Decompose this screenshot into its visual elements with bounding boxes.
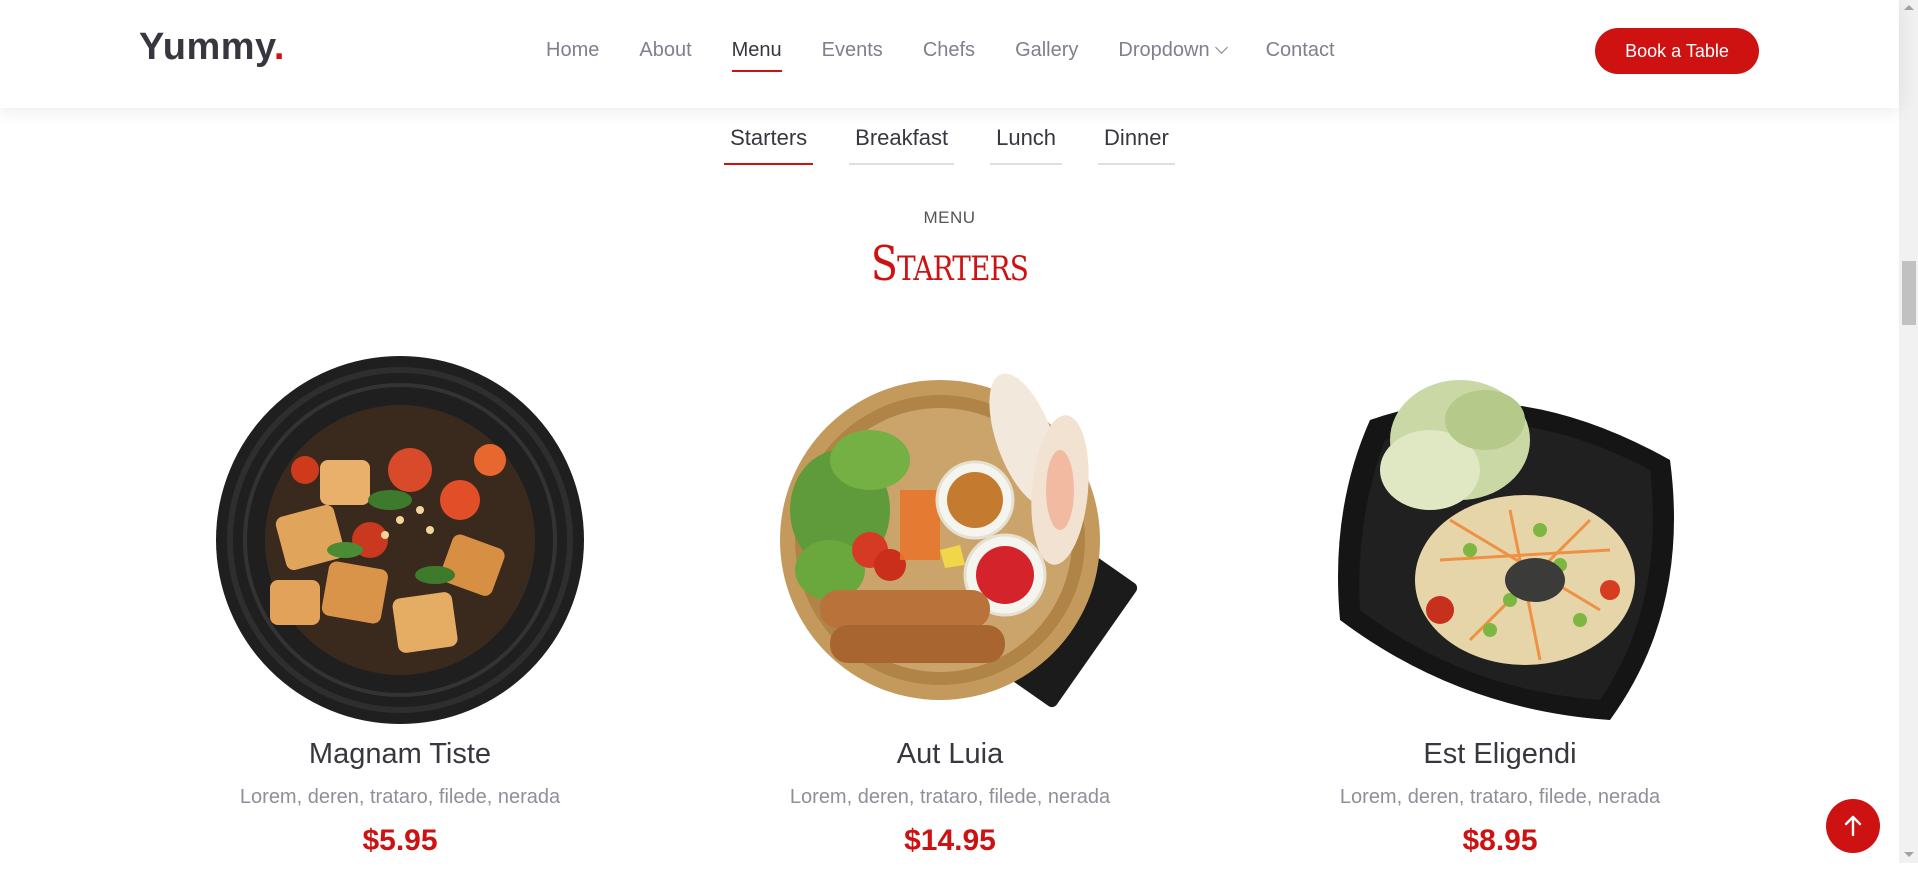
nav-dropdown[interactable]: Dropdown xyxy=(1098,0,1245,108)
logo-dot: . xyxy=(273,26,285,68)
nav-gallery[interactable]: Gallery xyxy=(995,0,1098,108)
logo[interactable]: Yummy. xyxy=(139,26,285,69)
tab-lunch[interactable]: Lunch xyxy=(990,119,1063,165)
scroll-top-button[interactable] xyxy=(1826,799,1880,853)
nav-contact[interactable]: Contact xyxy=(1246,0,1355,108)
menu-item: Aut Luia Lorem, deren, trataro, filede, … xyxy=(750,350,1150,857)
item-ingredients: Lorem, deren, trataro, filede, nerada xyxy=(239,786,561,808)
page-scrollbar[interactable] xyxy=(1899,0,1918,863)
tab-dinner[interactable]: Dinner xyxy=(1098,119,1175,165)
dish-image[interactable] xyxy=(760,350,1140,730)
item-price: $8.95 xyxy=(1462,824,1538,857)
item-ingredients: Lorem, deren, trataro, filede, nerada xyxy=(1339,786,1661,808)
site-header: Yummy. Home About Menu Events Chefs Gall… xyxy=(0,0,1899,108)
main-nav: Home About Menu Events Chefs Gallery Dro… xyxy=(526,0,1355,108)
tab-breakfast[interactable]: Breakfast xyxy=(849,119,955,165)
nav-menu[interactable]: Menu xyxy=(712,0,802,108)
nav-about[interactable]: About xyxy=(619,0,711,108)
dish-image[interactable] xyxy=(210,350,590,730)
menu-item: Est Eligendi Lorem, deren, trataro, file… xyxy=(1300,350,1700,857)
nav-home[interactable]: Home xyxy=(526,0,619,108)
item-name: Est Eligendi xyxy=(1423,738,1577,770)
section-title: Starters xyxy=(870,236,1029,292)
tab-starters[interactable]: Starters xyxy=(724,119,814,165)
item-name: Magnam Tiste xyxy=(308,738,492,770)
nav-chefs[interactable]: Chefs xyxy=(903,0,995,108)
menu-item: Magnam Tiste Lorem, deren, trataro, file… xyxy=(200,350,600,857)
logo-text: Yummy xyxy=(139,26,274,68)
menu-tabs: Starters Breakfast Lunch Dinner xyxy=(0,119,1899,165)
dish-image[interactable] xyxy=(1310,350,1690,730)
item-price: $5.95 xyxy=(362,824,438,857)
book-table-button[interactable]: Book a Table xyxy=(1595,28,1759,74)
scrollbar-thumb[interactable] xyxy=(1902,261,1916,325)
arrow-up-icon xyxy=(1844,815,1862,837)
scroll-up-arrow-icon[interactable] xyxy=(1904,5,1914,10)
section-subtitle: MENU xyxy=(923,208,976,227)
item-price: $14.95 xyxy=(904,824,996,857)
nav-dropdown-label: Dropdown xyxy=(1118,39,1210,61)
item-ingredients: Lorem, deren, trataro, filede, nerada xyxy=(789,786,1111,808)
item-name: Aut Luia xyxy=(896,738,1004,770)
chevron-down-icon xyxy=(1214,41,1228,54)
scroll-down-arrow-icon[interactable] xyxy=(1904,852,1914,857)
nav-events[interactable]: Events xyxy=(802,0,903,108)
